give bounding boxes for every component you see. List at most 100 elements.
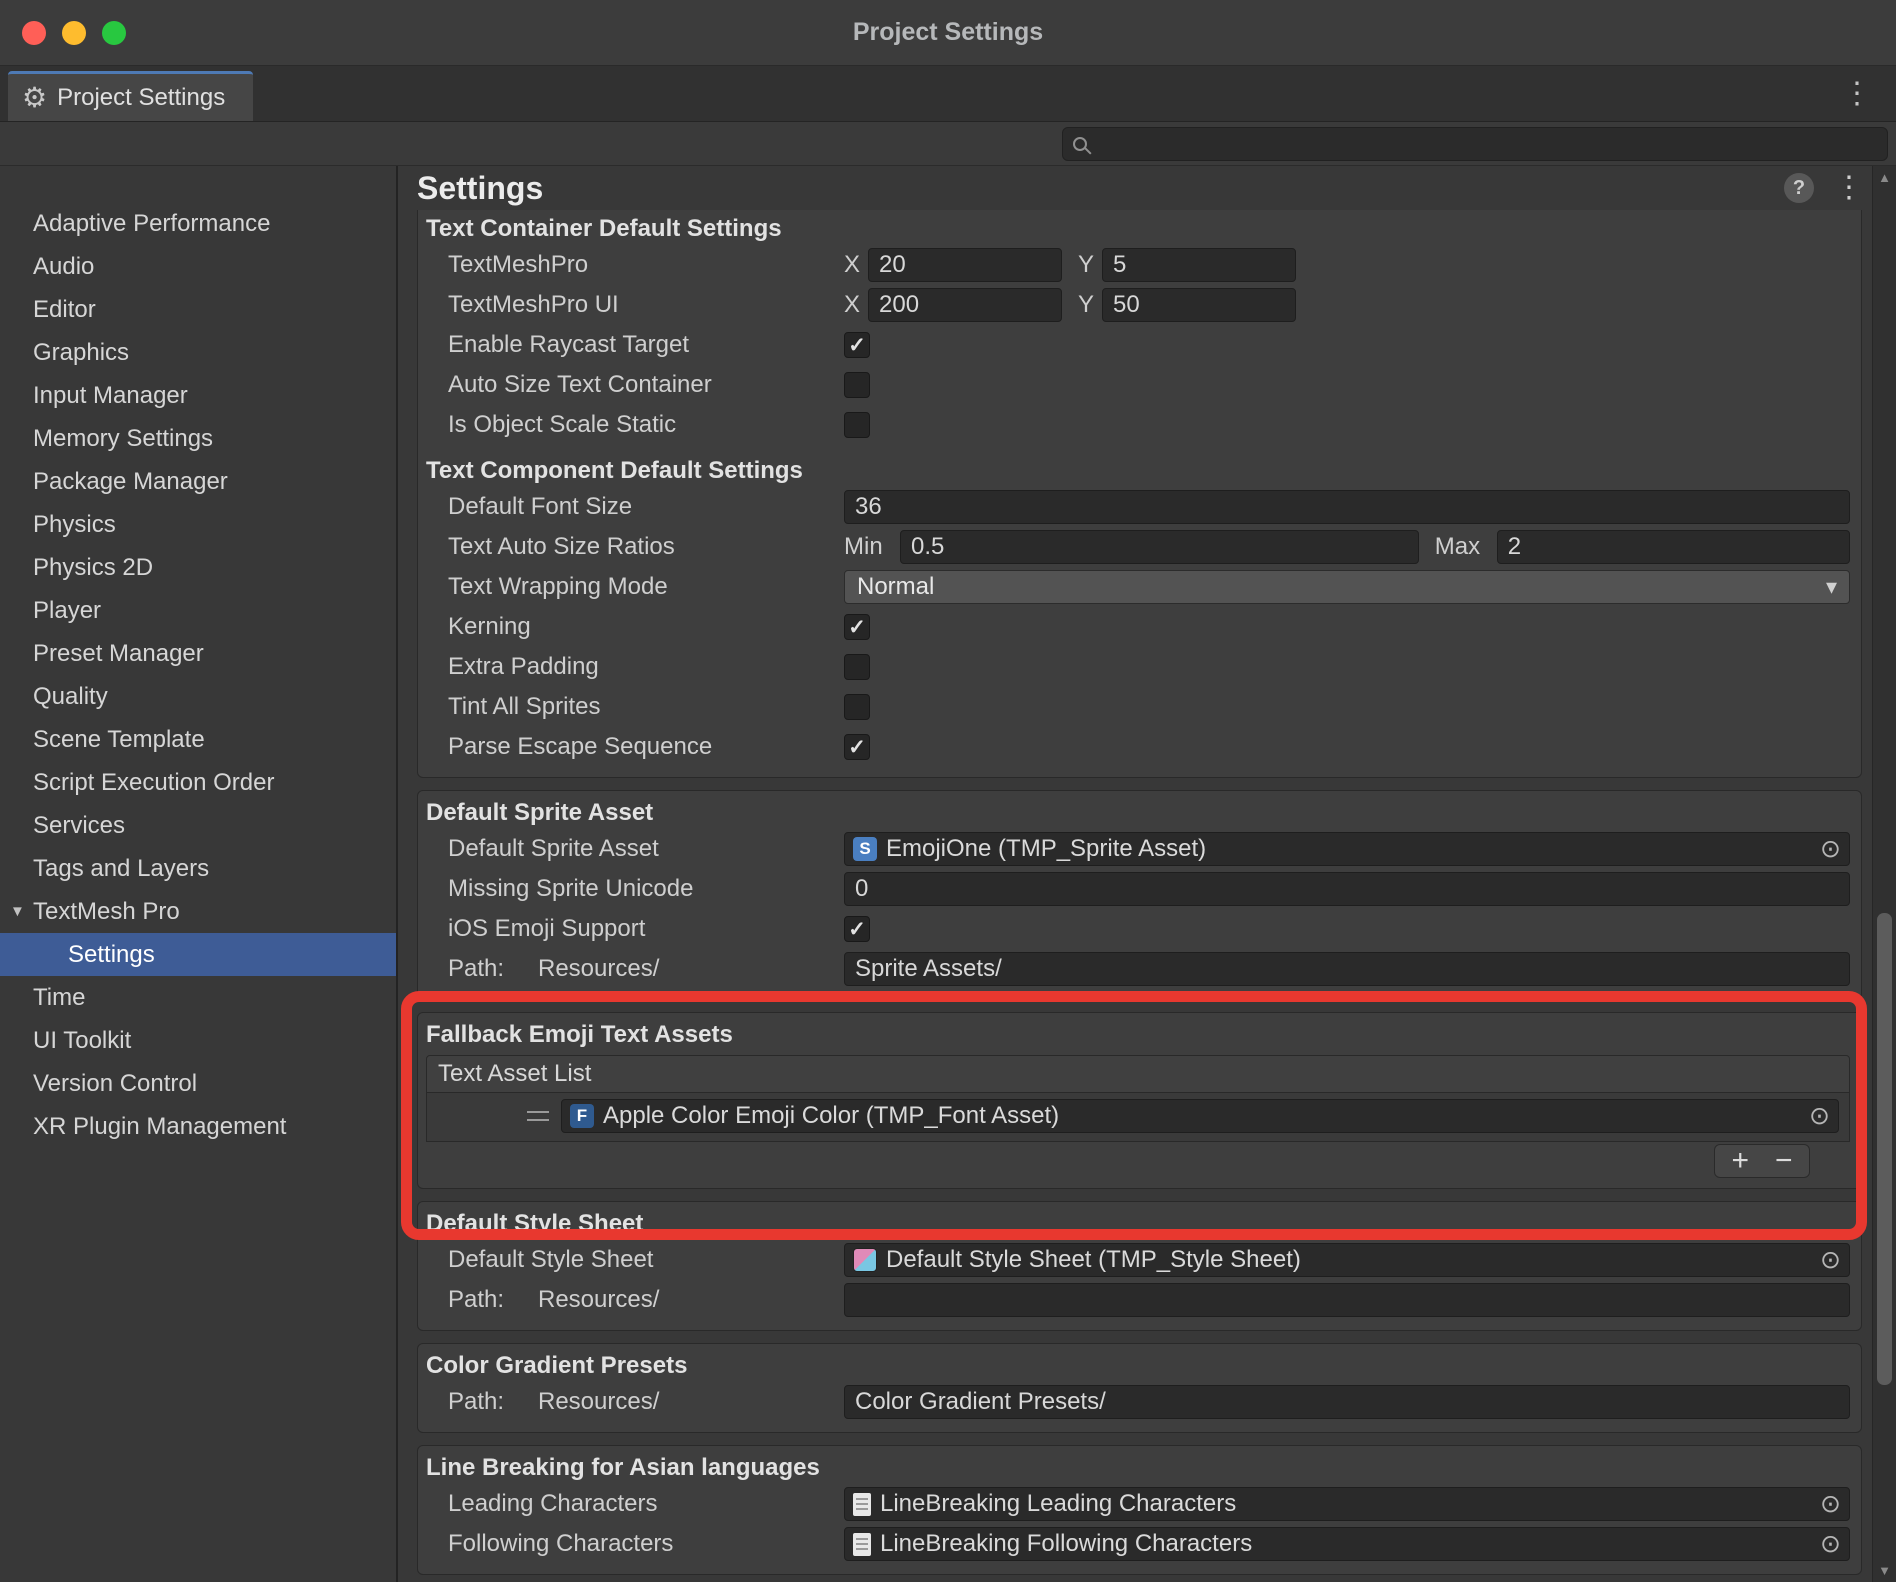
sidebar-item-physics[interactable]: Physics — [0, 503, 396, 546]
default-font-size-field[interactable]: 36 — [844, 490, 1850, 524]
object-field-value: LineBreaking Following Characters — [880, 1530, 1252, 1558]
sidebar-item-audio[interactable]: Audio — [0, 245, 396, 288]
minimize-window-button[interactable] — [62, 21, 86, 45]
sidebar-item-input-manager[interactable]: Input Manager — [0, 374, 396, 417]
textmeshpro-y-field[interactable]: 5 — [1102, 248, 1296, 282]
sidebar-item-editor[interactable]: Editor — [0, 288, 396, 331]
object-picker-icon[interactable]: ⊙ — [1820, 1492, 1841, 1517]
vertical-scrollbar[interactable]: ▲ ▼ — [1872, 166, 1896, 1582]
fallback-emoji-text-assets-box: Fallback Emoji Text Assets Text Asset Li… — [417, 1012, 1862, 1189]
sprite-asset-path-field[interactable]: Sprite Assets/ — [844, 952, 1850, 986]
section-header-text-container: Text Container Default Settings — [426, 213, 1850, 245]
remove-item-button[interactable]: − — [1775, 1146, 1793, 1176]
search-input[interactable] — [1062, 127, 1888, 161]
following-characters-object-field[interactable]: LineBreaking Following Characters ⊙ — [844, 1527, 1850, 1561]
content-area: Adaptive Performance Audio Editor Graphi… — [0, 166, 1896, 1582]
setting-label: TextMeshPro — [426, 251, 844, 279]
defaults-group-box: Text Container Default Settings TextMesh… — [417, 210, 1862, 778]
scrollbar-thumb[interactable] — [1877, 913, 1892, 1385]
style-sheet-icon — [853, 1248, 877, 1272]
page-title: Settings — [417, 170, 543, 207]
path-prefix-label: Resources/ — [538, 1388, 659, 1416]
sidebar-item-settings-selected[interactable]: Settings — [0, 933, 396, 976]
fallback-font-asset-object-field[interactable]: F Apple Color Emoji Color (TMP_Font Asse… — [561, 1099, 1839, 1133]
textmeshpro-ui-x-field[interactable]: 200 — [868, 288, 1062, 322]
y-axis-label: Y — [1078, 251, 1102, 279]
default-sprite-asset-object-field[interactable]: S EmojiOne (TMP_Sprite Asset) ⊙ — [844, 832, 1850, 866]
object-picker-icon[interactable]: ⊙ — [1820, 1532, 1841, 1557]
object-picker-icon[interactable]: ⊙ — [1820, 837, 1841, 862]
panel-kebab-icon[interactable]: ⋮ — [1828, 171, 1870, 205]
sidebar-item-physics-2d[interactable]: Physics 2D — [0, 546, 396, 589]
y-axis-label: Y — [1078, 291, 1102, 319]
scroll-down-icon[interactable]: ▼ — [1873, 1563, 1896, 1578]
sidebar-item-xr-plugin-management[interactable]: XR Plugin Management — [0, 1105, 396, 1148]
sidebar-item-version-control[interactable]: Version Control — [0, 1062, 396, 1105]
sidebar-item-scene-template[interactable]: Scene Template — [0, 718, 396, 761]
check-icon: ✓ — [848, 737, 866, 758]
missing-sprite-unicode-field[interactable]: 0 — [844, 872, 1850, 906]
object-field-value: LineBreaking Leading Characters — [880, 1490, 1236, 1518]
sidebar-item-script-execution-order[interactable]: Script Execution Order — [0, 761, 396, 804]
sidebar-item-preset-manager[interactable]: Preset Manager — [0, 632, 396, 675]
sidebar-item-package-manager[interactable]: Package Manager — [0, 460, 396, 503]
close-window-button[interactable] — [22, 21, 46, 45]
textmeshpro-ui-y-field[interactable]: 50 — [1102, 288, 1296, 322]
color-gradient-path-field[interactable]: Color Gradient Presets/ — [844, 1385, 1850, 1419]
setting-label: Following Characters — [426, 1530, 844, 1558]
section-header-text-component: Text Component Default Settings — [426, 455, 1850, 487]
setting-row-default-sprite-asset: Default Sprite Asset S EmojiOne (TMP_Spr… — [426, 829, 1850, 869]
ios-emoji-support-checkbox[interactable]: ✓ — [844, 916, 870, 942]
text-wrapping-mode-dropdown[interactable]: Normal ▾ — [844, 570, 1850, 604]
settings-scroll-area: Text Container Default Settings TextMesh… — [398, 210, 1896, 1582]
sidebar-item-textmesh-pro[interactable]: ▼ TextMesh Pro — [0, 890, 396, 933]
text-asset-list-body: F Apple Color Emoji Color (TMP_Font Asse… — [426, 1093, 1850, 1142]
sidebar-item-adaptive-performance[interactable]: Adaptive Performance — [0, 202, 396, 245]
sidebar-item-graphics[interactable]: Graphics — [0, 331, 396, 374]
tab-project-settings[interactable]: ⚙ Project Settings — [8, 71, 253, 121]
window-controls — [22, 21, 126, 45]
kerning-checkbox[interactable]: ✓ — [844, 614, 870, 640]
tint-all-sprites-checkbox[interactable] — [844, 694, 870, 720]
check-icon: ✓ — [848, 617, 866, 638]
text-asset-icon — [853, 1493, 871, 1516]
auto-size-text-container-checkbox[interactable] — [844, 372, 870, 398]
sidebar-item-quality[interactable]: Quality — [0, 675, 396, 718]
path-label: Path: — [448, 1286, 538, 1314]
chevron-down-icon[interactable]: ▼ — [10, 903, 33, 920]
style-sheet-path-field[interactable] — [844, 1283, 1850, 1317]
auto-size-min-field[interactable]: 0.5 — [900, 530, 1419, 564]
setting-label: Text Wrapping Mode — [426, 573, 844, 601]
parse-escape-sequence-checkbox[interactable]: ✓ — [844, 734, 870, 760]
sidebar-item-player[interactable]: Player — [0, 589, 396, 632]
setting-label: Tint All Sprites — [426, 693, 844, 721]
add-item-button[interactable]: + — [1731, 1146, 1749, 1176]
default-style-sheet-object-field[interactable]: Default Style Sheet (TMP_Style Sheet) ⊙ — [844, 1243, 1850, 1277]
text-asset-list-header[interactable]: Text Asset List — [426, 1055, 1850, 1093]
sidebar-item-time[interactable]: Time — [0, 976, 396, 1019]
setting-row-style-sheet-path: Path: Resources/ — [426, 1280, 1850, 1320]
drag-handle-icon[interactable] — [527, 1111, 549, 1121]
sidebar-item-ui-toolkit[interactable]: UI Toolkit — [0, 1019, 396, 1062]
scroll-up-icon[interactable]: ▲ — [1873, 170, 1896, 185]
leading-characters-object-field[interactable]: LineBreaking Leading Characters ⊙ — [844, 1487, 1850, 1521]
tab-menu-kebab-icon[interactable]: ⋮ — [1834, 75, 1880, 113]
setting-row-following-characters: Following Characters LineBreaking Follow… — [426, 1524, 1850, 1564]
setting-row-text-auto-size-ratios: Text Auto Size Ratios Min 0.5 Max 2 — [426, 527, 1850, 567]
object-picker-icon[interactable]: ⊙ — [1809, 1104, 1830, 1129]
x-axis-label: X — [844, 291, 868, 319]
object-picker-icon[interactable]: ⊙ — [1820, 1248, 1841, 1273]
textmeshpro-x-field[interactable]: 20 — [868, 248, 1062, 282]
sidebar-item-tags-and-layers[interactable]: Tags and Layers — [0, 847, 396, 890]
sidebar-item-services[interactable]: Services — [0, 804, 396, 847]
setting-label: iOS Emoji Support — [426, 915, 844, 943]
is-object-scale-static-checkbox[interactable] — [844, 412, 870, 438]
enable-raycast-target-checkbox[interactable]: ✓ — [844, 332, 870, 358]
sidebar-item-memory-settings[interactable]: Memory Settings — [0, 417, 396, 460]
zoom-window-button[interactable] — [102, 21, 126, 45]
default-style-sheet-box: Default Style Sheet Default Style Sheet … — [417, 1201, 1862, 1331]
help-icon[interactable]: ? — [1784, 173, 1814, 203]
setting-row-parse-escape-sequence: Parse Escape Sequence ✓ — [426, 727, 1850, 767]
extra-padding-checkbox[interactable] — [844, 654, 870, 680]
auto-size-max-field[interactable]: 2 — [1497, 530, 1850, 564]
